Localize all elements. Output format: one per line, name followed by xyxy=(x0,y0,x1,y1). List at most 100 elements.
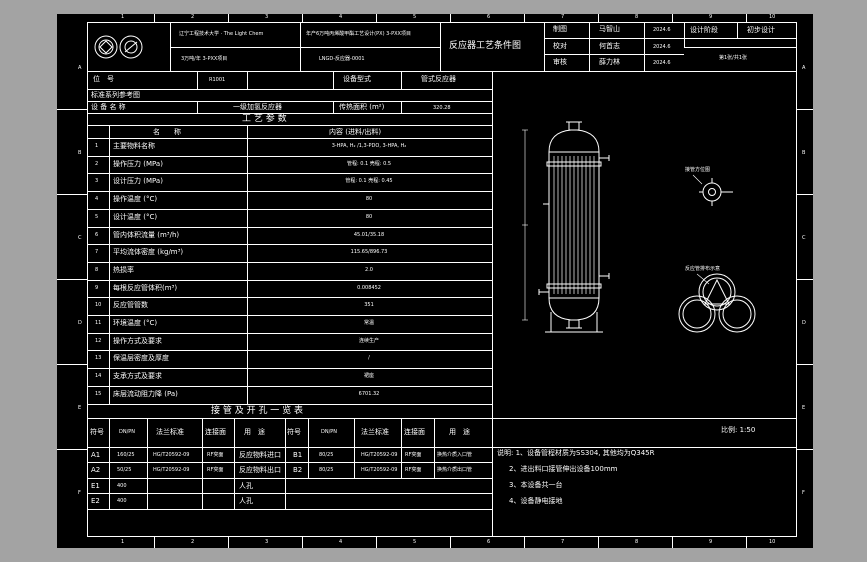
param-value: 常温 xyxy=(363,320,375,326)
nozzle-cell: 反应物料出口 xyxy=(239,466,281,474)
param-name: 保温层密度及厚度 xyxy=(113,354,169,363)
params-col-name: 名 称 xyxy=(153,128,181,136)
unit-line: 3万吨/年 3-PXX项目 xyxy=(181,56,228,62)
nozzle-header: 法兰标准 xyxy=(361,428,389,436)
area-value: 320.28 xyxy=(433,105,451,111)
param-value: 0.008452 xyxy=(357,284,381,291)
nozzle-cell: 换热介质入口管 xyxy=(437,452,473,458)
param-name: 主要物料名称 xyxy=(113,142,155,150)
nozzle-cell: 人孔 xyxy=(239,482,253,490)
bottom-mark: 7 xyxy=(561,539,565,545)
side-mark: B xyxy=(78,150,82,156)
bottom-mark: 2 xyxy=(191,539,195,545)
top-mark: 8 xyxy=(635,14,639,20)
side-mark: B xyxy=(802,150,806,156)
param-value: 2.0 xyxy=(365,266,373,273)
param-name: 管内体积流量 (m³/h) xyxy=(113,230,180,239)
nozzle-header: DN/PN xyxy=(119,429,136,435)
equip-name-value: 一级加氢反应器 xyxy=(233,103,282,111)
top-mark: 5 xyxy=(413,14,417,20)
name-drawn: 马智山 xyxy=(599,25,620,33)
param-no: 15 xyxy=(95,390,102,397)
param-value: 351 xyxy=(364,302,374,309)
note-line: 4、设备静电接地 xyxy=(509,497,563,505)
nozzle-cell: HG/T20592-09 xyxy=(361,467,398,473)
nozzle-cell: HG/T20592-09 xyxy=(153,452,190,458)
param-no: 10 xyxy=(95,302,102,309)
top-mark: 1 xyxy=(121,14,125,20)
nozzle-cell: RF突面 xyxy=(405,452,422,458)
top-mark: 7 xyxy=(561,14,565,20)
param-name: 反应管管数 xyxy=(113,301,148,310)
params-col-content: 内容 (进料/出料) xyxy=(329,128,382,136)
param-value: 3-HPA, H₂ /1,3-PDO, 3-HPA, H₂ xyxy=(331,143,407,149)
param-name: 每根反应管体积(m³) xyxy=(113,283,178,292)
side-mark: E xyxy=(78,405,82,411)
nozzle-cell: 400 xyxy=(117,483,127,489)
equip-form-label: 设备型式 xyxy=(343,75,371,83)
side-mark: C xyxy=(802,235,806,241)
param-name: 设计温度 (°C) xyxy=(113,212,158,221)
param-value: 115.65/896.73 xyxy=(350,249,388,256)
role-approved: 审核 xyxy=(553,58,567,66)
param-value: 管程: 0.1 壳程: 0.5 xyxy=(346,160,392,167)
nozzle-header: 用 途 xyxy=(244,428,265,436)
nozzle-cell: 换热介质出口管 xyxy=(437,467,473,473)
nozzle-cell: 400 xyxy=(117,498,127,504)
nozzle-cell: HG/T20592-09 xyxy=(153,467,190,473)
param-no: 14 xyxy=(95,373,102,380)
param-name: 操作方式及要求 xyxy=(113,336,162,345)
nozzle-header: 法兰标准 xyxy=(156,428,184,436)
param-no: 12 xyxy=(95,337,102,344)
role-checked: 校对 xyxy=(553,42,567,50)
param-name: 支承方式及要求 xyxy=(113,372,162,381)
drawing-number: LNGD-反应器-0001 xyxy=(319,56,365,62)
standard-label: 标准系列参考图 xyxy=(91,91,140,99)
nozzle-cell: E1 xyxy=(91,482,100,490)
nozzle-cell: B2 xyxy=(293,466,303,474)
nozzle-cell: RF突面 xyxy=(207,467,224,473)
param-no: 7 xyxy=(95,249,99,256)
name-approved: 薛力林 xyxy=(599,58,620,66)
position-label: 位 号 xyxy=(93,75,114,83)
nozzle-cell: 160/25 xyxy=(117,452,135,458)
bottom-mark: 3 xyxy=(265,539,269,545)
top-mark: 9 xyxy=(709,14,713,20)
nozzle-title: 接 管 及 开 孔 一 览 表 xyxy=(211,406,304,416)
side-mark: C xyxy=(78,235,82,241)
nozzle-cell: HG/T20592-09 xyxy=(361,452,398,458)
param-name: 操作压力 (MPa) xyxy=(113,159,163,168)
area-label: 传热面积 (m²) xyxy=(339,103,385,111)
top-mark: 10 xyxy=(769,14,776,20)
param-no: 3 xyxy=(95,178,99,185)
sheet-info: 第1张/共1张 xyxy=(719,55,748,61)
nozzle-cell: 80/25 xyxy=(319,467,334,473)
equip-form-value: 管式反应器 xyxy=(421,75,456,83)
bottom-mark: 8 xyxy=(635,539,639,545)
top-mark: 3 xyxy=(265,14,269,20)
param-value: 裙座 xyxy=(363,373,375,380)
date-checked: 2024.6 xyxy=(653,44,671,50)
nozzle-header: 符号 xyxy=(287,428,301,436)
param-no: 13 xyxy=(95,355,102,362)
param-value: 80 xyxy=(365,196,373,203)
nozzle-cell: 反应物料进口 xyxy=(239,451,281,459)
project-name: 年产6万吨丙烯酸甲酯工艺设计(PX) 3-PXX项目 xyxy=(306,31,411,37)
bottom-mark: 4 xyxy=(339,539,343,545)
nozzle-cell: A2 xyxy=(91,466,101,474)
bottom-mark: 6 xyxy=(487,539,491,545)
nozzle-cell: 人孔 xyxy=(239,497,253,505)
note-line: 3、本设备共一台 xyxy=(509,481,563,489)
nozzle-cell: B1 xyxy=(293,451,303,459)
bottom-mark: 9 xyxy=(709,539,713,545)
nozzle-header: DN/PN xyxy=(321,429,338,435)
param-value: 80 xyxy=(365,213,373,220)
param-no: 6 xyxy=(95,231,99,238)
param-no: 4 xyxy=(95,196,99,203)
param-name: 床层流动阻力降 (Pa) xyxy=(113,389,178,398)
stage-value: 初步设计 xyxy=(747,26,775,34)
param-name: 操作温度 (°C) xyxy=(113,195,158,204)
params-title: 工 艺 参 数 xyxy=(242,114,287,124)
bottom-mark: 10 xyxy=(769,539,776,545)
date-drawn: 2024.6 xyxy=(653,27,671,33)
